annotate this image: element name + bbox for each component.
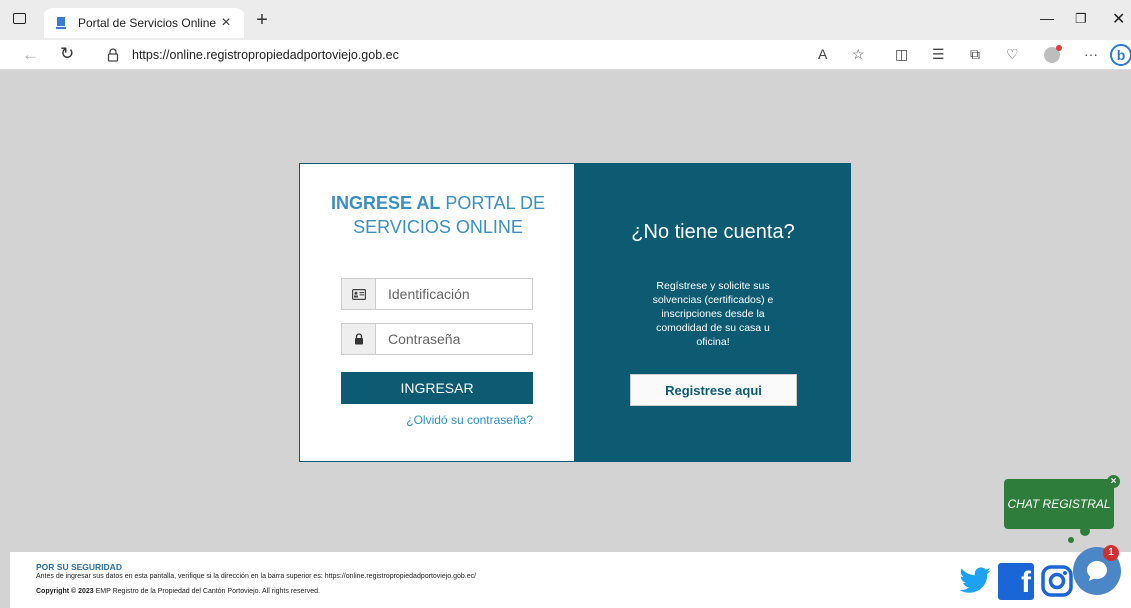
login-title-bold: INGRESE AL — [330, 193, 441, 213]
restore-icon[interactable]: ❐ — [1075, 11, 1087, 27]
login-card: INGRESE AL PORTAL DE SERVICIOS ONLINE IN… — [299, 163, 851, 462]
password-input[interactable] — [376, 324, 532, 354]
tab-actions-icon[interactable] — [10, 10, 28, 26]
register-panel: ¿No tiene cuenta? Regístrese y solicite … — [575, 163, 851, 462]
chat-tail-dot-small — [1068, 537, 1074, 543]
chat-tail-dot — [1080, 526, 1090, 536]
identification-input[interactable] — [376, 279, 532, 309]
login-panel: INGRESE AL PORTAL DE SERVICIOS ONLINE IN… — [299, 163, 575, 462]
favorites-icon[interactable]: ☰ — [932, 46, 945, 63]
url-field[interactable]: https://online.registropropiedadportovie… — [92, 43, 872, 67]
tab-close-icon[interactable]: × — [218, 14, 234, 32]
facebook-icon[interactable]: f — [998, 563, 1034, 600]
register-button[interactable]: Registrese aqui — [630, 374, 797, 406]
collections-icon[interactable]: ⧉ — [970, 46, 980, 63]
forgot-password-link[interactable]: ¿Olvidó su contraseña? — [341, 413, 533, 427]
password-field — [341, 323, 533, 355]
profile-avatar-icon[interactable] — [1044, 45, 1062, 63]
site-favicon-icon — [54, 16, 68, 30]
back-icon[interactable]: ← — [22, 45, 39, 65]
tab-title: Portal de Servicios Online — [78, 16, 217, 30]
twitter-icon[interactable] — [958, 564, 992, 598]
chat-notification-badge: 1 — [1103, 545, 1119, 561]
browser-window: Portal de Servicios Online × + — ❐ ✕ ← ↻… — [0, 0, 1131, 608]
register-heading: ¿No tiene cuenta? — [631, 221, 795, 243]
security-title: POR SU SEGURIDAD — [36, 562, 122, 572]
identification-field — [341, 278, 533, 310]
copyright-bold: Copyright © 2023 — [36, 588, 94, 595]
padlock-icon — [342, 324, 376, 354]
url-text: https://online.registropropiedadportovie… — [132, 48, 399, 62]
instagram-icon[interactable] — [1040, 563, 1074, 599]
split-screen-icon[interactable]: ◫ — [895, 46, 908, 63]
copyright-text: Copyright © 2023 EMP Registro de la Prop… — [36, 588, 320, 595]
chat-close-icon[interactable]: × — [1107, 475, 1120, 488]
tab-strip: Portal de Servicios Online × + — ❐ ✕ — [0, 0, 1131, 40]
favorite-star-icon[interactable]: ☆ — [852, 46, 865, 63]
chat-bubble-text: CHAT REGISTRAL — [1007, 497, 1111, 511]
login-title: INGRESE AL PORTAL DE SERVICIOS ONLINE — [320, 191, 556, 239]
chat-bubble[interactable]: CHAT REGISTRAL — [1004, 479, 1114, 529]
register-description: Regístrese y solicite sus solvencias (ce… — [652, 280, 774, 348]
read-aloud-icon[interactable]: A — [818, 46, 827, 62]
copyright-rest: EMP Registro de la Propiedad del Cantón … — [93, 588, 320, 595]
id-card-icon — [342, 279, 376, 309]
reload-icon[interactable]: ↻ — [60, 44, 74, 64]
minimize-icon[interactable]: — — [1040, 10, 1054, 26]
bing-copilot-icon[interactable]: b — [1110, 44, 1131, 66]
lock-icon[interactable] — [106, 48, 120, 62]
address-bar: ← ↻ https://online.registropropiedadport… — [0, 40, 1131, 70]
new-tab-icon[interactable]: + — [252, 9, 272, 32]
window-close-icon[interactable]: ✕ — [1112, 9, 1125, 29]
login-submit-button[interactable]: INGRESAR — [341, 372, 533, 404]
security-text: Antes de ingresar sus datos en esta pant… — [36, 573, 477, 580]
browser-tab[interactable]: Portal de Servicios Online × — [44, 8, 244, 38]
more-menu-icon[interactable]: ··· — [1084, 46, 1098, 62]
extensions-icon[interactable]: ♡ — [1006, 46, 1019, 63]
